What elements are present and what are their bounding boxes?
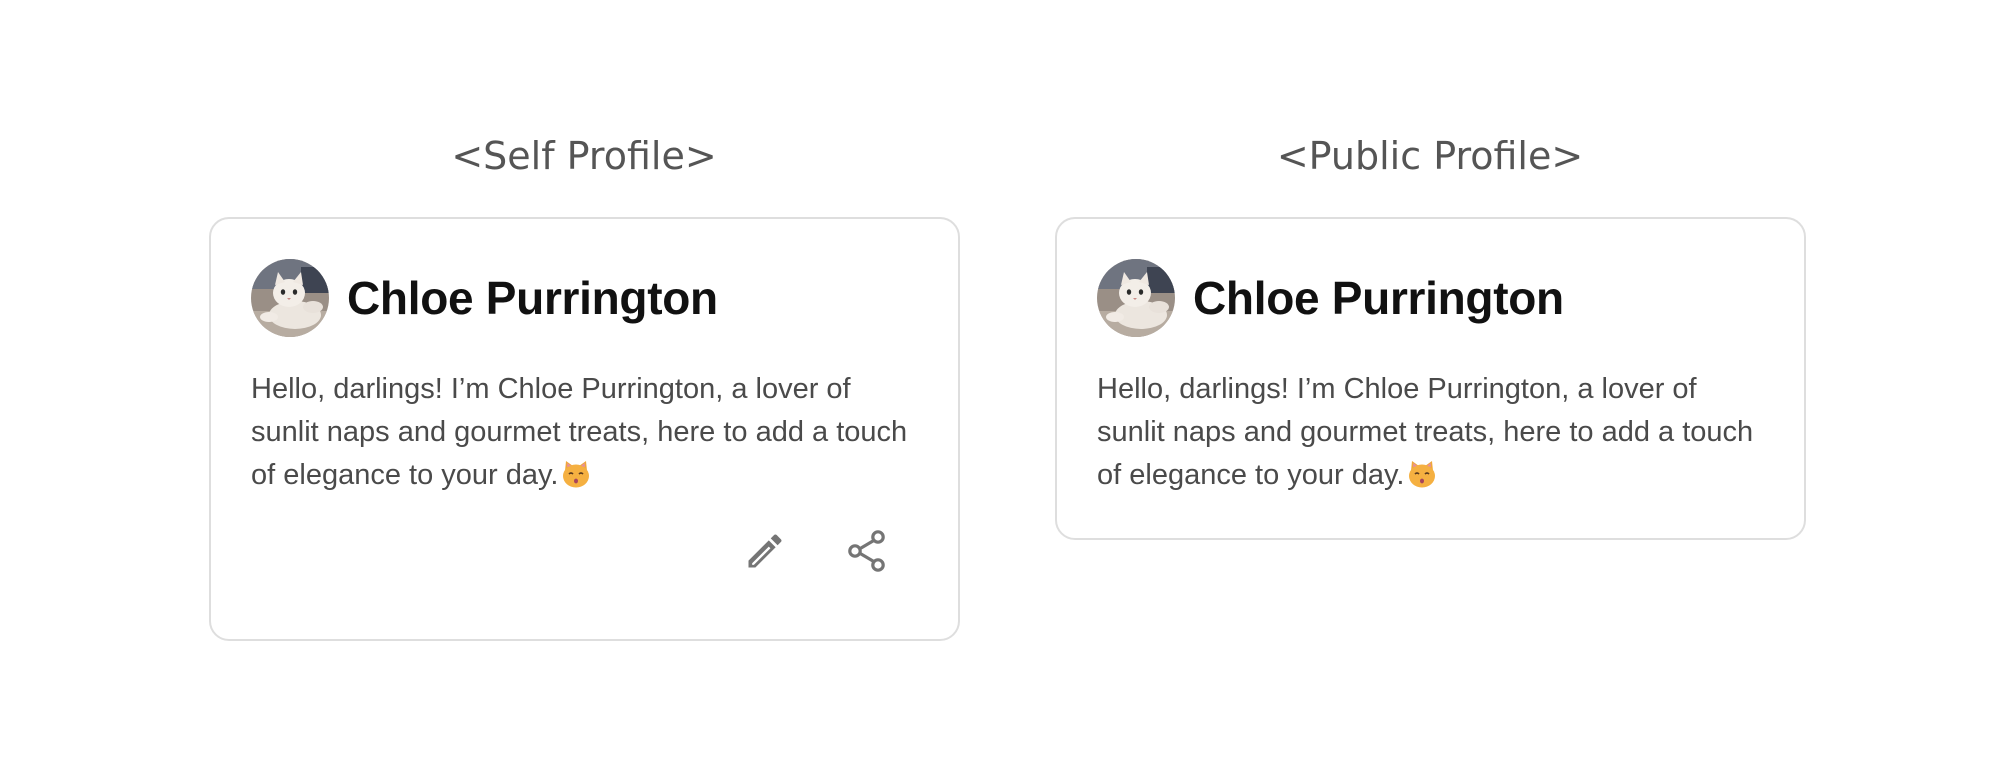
self-profile-card: Chloe Purrington Hello, darlings! I’m Ch… (209, 217, 960, 641)
edit-profile-button[interactable] (740, 526, 790, 576)
share-icon (848, 530, 885, 572)
self-profile-title: <Self Profile> (451, 134, 717, 178)
public-profile-title: <Public Profile> (1276, 134, 1584, 178)
profile-name: Chloe Purrington (1193, 272, 1564, 324)
profile-bio: Hello, darlings! I’m Chloe Purrington, a… (251, 368, 911, 502)
public-profile-card: Chloe Purrington Hello, darlings! I’m Ch… (1055, 217, 1806, 540)
pencil-icon (748, 534, 782, 568)
profile-name: Chloe Purrington (347, 272, 718, 324)
profile-header: Chloe Purrington (251, 259, 718, 337)
profile-bio: Hello, darlings! I’m Chloe Purrington, a… (1097, 368, 1757, 502)
profile-header: Chloe Purrington (1097, 259, 1564, 337)
share-profile-button[interactable] (842, 526, 892, 576)
avatar[interactable] (1097, 259, 1175, 337)
avatar[interactable] (251, 259, 329, 337)
kissing-cat-emoji (1406, 459, 1438, 502)
kissing-cat-emoji (560, 459, 592, 502)
profile-actions (740, 526, 892, 576)
